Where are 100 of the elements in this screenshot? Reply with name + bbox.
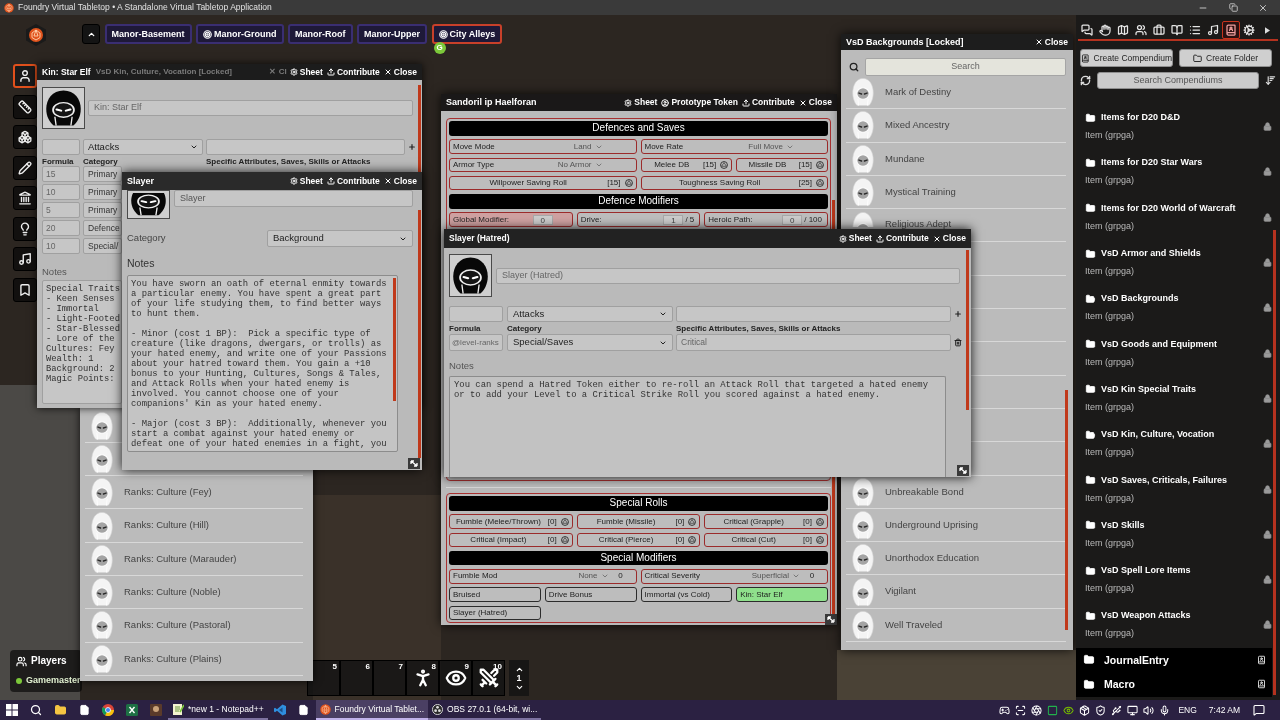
select-dropdown[interactable]: No Armor — [557, 160, 633, 169]
roll-button[interactable]: Critical (Cut) [0] — [704, 532, 828, 547]
collapse-navigation-button[interactable] — [82, 24, 100, 44]
compendium-pack[interactable]: VsD Spell Lore Items Item (grpga) — [1076, 556, 1280, 603]
target-input[interactable]: Critical — [676, 334, 951, 351]
close-button[interactable]: Close — [798, 98, 832, 107]
add-icon[interactable] — [408, 143, 416, 151]
contribute-button[interactable]: Contribute — [741, 98, 795, 107]
list-item[interactable]: Underground Uprising — [846, 508, 1066, 543]
controller-icon[interactable] — [998, 704, 1010, 716]
list-item[interactable]: Ranks: Culture (Marauder) — [85, 542, 303, 576]
scene-control-button[interactable] — [13, 125, 37, 149]
name-field[interactable]: Slayer (Hatred) — [496, 267, 960, 284]
scene-tab[interactable]: Manor-Ground — [196, 24, 284, 44]
scene-control-button[interactable] — [13, 216, 37, 241]
scene-tab[interactable]: Manor-Basement — [104, 24, 192, 44]
category-select[interactable]: Primary — [83, 166, 122, 182]
contribute-button[interactable]: Contribute — [326, 176, 380, 186]
name-field[interactable]: Kin: Star Elf — [88, 100, 413, 116]
formula-input[interactable]: 15 — [42, 166, 80, 182]
scene-tab[interactable]: City Alleys — [431, 24, 503, 44]
category-select[interactable]: Primary — [83, 184, 122, 200]
number-input[interactable]: 0 — [782, 214, 803, 225]
effect-tag[interactable]: Bruised — [449, 587, 541, 602]
sidebar-tab[interactable] — [1078, 21, 1096, 39]
list-item[interactable]: Well Traveled — [846, 608, 1066, 643]
number-input[interactable]: 0 — [532, 214, 553, 225]
monitor-icon[interactable] — [1126, 704, 1138, 716]
square-icon[interactable] — [1046, 704, 1058, 716]
scene-control-button[interactable] — [13, 155, 37, 180]
microphone-icon[interactable] — [1158, 704, 1170, 716]
roll-button[interactable]: Critical (Grapple) [0] — [704, 514, 828, 529]
macro-slot[interactable]: 9 — [439, 660, 472, 696]
category-select[interactable]: Primary — [83, 202, 122, 218]
folder-row[interactable]: Macro — [1076, 672, 1272, 697]
resize-handle-icon[interactable] — [957, 465, 969, 476]
category-select[interactable]: Attacks — [507, 306, 673, 322]
macro-slot[interactable]: 7 — [373, 660, 406, 696]
sidebar-tab[interactable] — [1222, 21, 1240, 39]
category-select[interactable]: Attacks — [83, 139, 203, 155]
taskbar-app-button[interactable]: OBS 27.0.1 (64-bit, wi... — [428, 700, 542, 720]
effect-tag[interactable]: Immortal (vs Cold) — [640, 587, 733, 602]
language-indicator[interactable]: ENG — [1178, 705, 1197, 715]
folder-row[interactable]: JournalEntry — [1076, 647, 1272, 673]
select-dropdown[interactable]: None — [578, 572, 609, 581]
shield-icon[interactable] — [1094, 704, 1106, 716]
list-item[interactable]: Mundane — [846, 142, 1066, 176]
scene-tab[interactable]: Manor-Roof — [288, 24, 353, 44]
list-item[interactable]: Vigilant — [846, 575, 1066, 609]
list-item[interactable]: Ranks: Culture (Hill) — [85, 509, 303, 543]
target-input[interactable] — [206, 139, 405, 155]
list-item[interactable]: Mark of Destiny — [846, 76, 1066, 110]
list-item[interactable]: Ranks: Culture (Fey) — [85, 476, 303, 510]
scene-control-button[interactable] — [13, 64, 37, 88]
list-item[interactable]: Mixed Ancestry — [846, 109, 1066, 143]
category-select[interactable]: Special/ — [83, 238, 122, 254]
formula-input[interactable]: 20 — [42, 220, 80, 236]
compendium-pack[interactable]: VsD Skills Item (grpga) — [1076, 511, 1280, 557]
roll-button[interactable]: Willpower Saving Roll [15] — [449, 175, 637, 191]
select-dropdown[interactable]: Superficial — [751, 572, 800, 581]
effect-tag[interactable]: Drive Bonus — [544, 587, 637, 602]
roll-button[interactable]: Fumble (Missile) [0] — [576, 514, 701, 529]
package-icon[interactable] — [1078, 704, 1090, 716]
aperture-icon[interactable] — [1030, 704, 1042, 716]
target-input[interactable] — [676, 306, 951, 322]
compendium-pack[interactable]: Items for D20 World of Warcraft Item (grpga) — [1076, 194, 1280, 240]
list-item[interactable]: Ranks: Culture (Noble) — [85, 576, 303, 610]
formula-input[interactable] — [449, 306, 503, 322]
compendium-pack[interactable]: Items for D20 Star Wars Item (grpga) — [1076, 149, 1280, 195]
compendium-pack[interactable]: VsD Armor and Shields Item (grpga) — [1076, 239, 1280, 286]
number-input[interactable]: 1 — [663, 214, 684, 225]
formula-input[interactable]: @level-ranks — [449, 334, 503, 351]
taskbar-app-button[interactable]: *new 1 - Notepad++ — [168, 700, 268, 720]
close-button[interactable]: Close — [932, 234, 966, 243]
create-button[interactable]: Create Compendium — [1080, 49, 1173, 67]
taskbar-app-button[interactable]: Foundry Virtual Tablet... — [315, 700, 429, 720]
add-icon[interactable] — [954, 310, 962, 318]
scene-control-button[interactable] — [13, 94, 37, 119]
list-item[interactable]: Mystical Training — [846, 175, 1066, 210]
macro-slot[interactable]: 10 — [472, 660, 505, 696]
roll-button[interactable]: Fumble (Melee/Thrown) [0] — [449, 514, 573, 529]
roll-button[interactable]: Critical (Impact) [0] — [449, 532, 573, 547]
scene-control-button[interactable] — [13, 277, 37, 302]
notification-icon[interactable] — [1253, 704, 1265, 716]
formula-input[interactable]: 5 — [42, 202, 80, 218]
compendium-pack[interactable]: VsD Backgrounds Item (grpga) — [1076, 285, 1280, 331]
scene-control-button[interactable] — [13, 247, 37, 271]
contribute-button[interactable]: Contribute — [326, 67, 380, 77]
list-item[interactable]: Unorthodox Education — [846, 542, 1066, 576]
resize-handle-icon[interactable] — [408, 458, 420, 469]
category-select[interactable]: Defence — [83, 220, 122, 236]
compendium-pack[interactable]: VsD Weapon Attacks Item (grpga) — [1076, 602, 1280, 648]
formula-input[interactable]: 10 — [42, 238, 80, 254]
prototype-token-button[interactable]: Prototype Token — [661, 98, 738, 107]
formula-input[interactable] — [42, 139, 80, 155]
scene-tab[interactable]: Manor-Upper — [357, 24, 427, 44]
roll-button[interactable]: Toughness Saving Roll [25] — [640, 175, 828, 191]
close-button[interactable]: Close — [383, 176, 417, 186]
speaker-icon[interactable] — [1142, 704, 1154, 716]
sort-icon[interactable] — [1265, 75, 1276, 86]
